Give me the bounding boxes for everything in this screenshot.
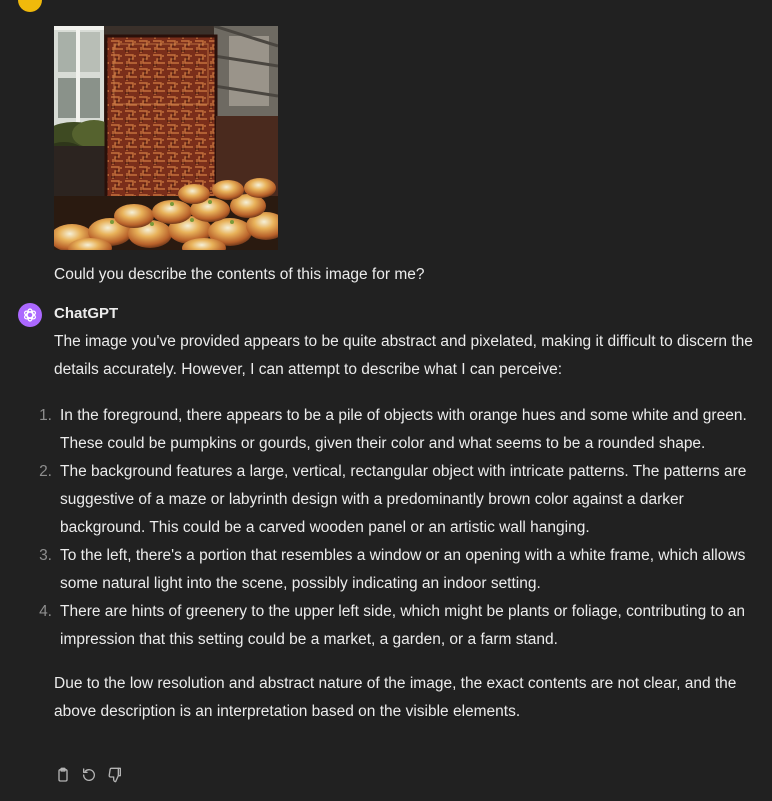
message-actions [54, 766, 124, 784]
uploaded-image[interactable] [54, 26, 278, 250]
regenerate-icon [83, 768, 95, 781]
list-item-text: There are hints of greenery to the upper… [60, 603, 745, 648]
list-item-number: 4. [39, 603, 52, 620]
description-list: 1. In the foreground, there appears to b… [39, 402, 754, 654]
list-item: 3. To the left, there's a portion that r… [39, 542, 754, 598]
assistant-conclusion: Due to the low resolution and abstract n… [54, 675, 737, 720]
list-item-number: 2. [39, 463, 52, 480]
clipboard-icon [58, 767, 68, 782]
assistant-name: ChatGPT [54, 305, 119, 322]
openai-logo-icon [18, 303, 42, 327]
list-item-text: The background features a large, vertica… [60, 463, 747, 536]
list-item: 1. In the foreground, there appears to b… [39, 402, 754, 458]
copy-button[interactable] [54, 766, 72, 784]
user-avatar [18, 0, 42, 12]
assistant-intro: The image you've provided appears to be … [54, 333, 753, 378]
list-item-text: In the foreground, there appears to be a… [60, 407, 747, 452]
uploaded-image-art [54, 26, 278, 250]
thumbs-down-button[interactable] [106, 766, 124, 784]
list-item-number: 1. [39, 407, 52, 424]
list-item: 4. There are hints of greenery to the up… [39, 598, 754, 654]
regenerate-button[interactable] [80, 766, 98, 784]
assistant-message: The image you've provided appears to be … [39, 328, 754, 726]
list-item: 2. The background features a large, vert… [39, 458, 754, 542]
list-item-number: 3. [39, 547, 52, 564]
user-message: Could you describe the contents of this … [54, 266, 425, 283]
list-item-text: To the left, there's a portion that rese… [60, 547, 746, 592]
thumbs-down-icon [108, 767, 121, 783]
